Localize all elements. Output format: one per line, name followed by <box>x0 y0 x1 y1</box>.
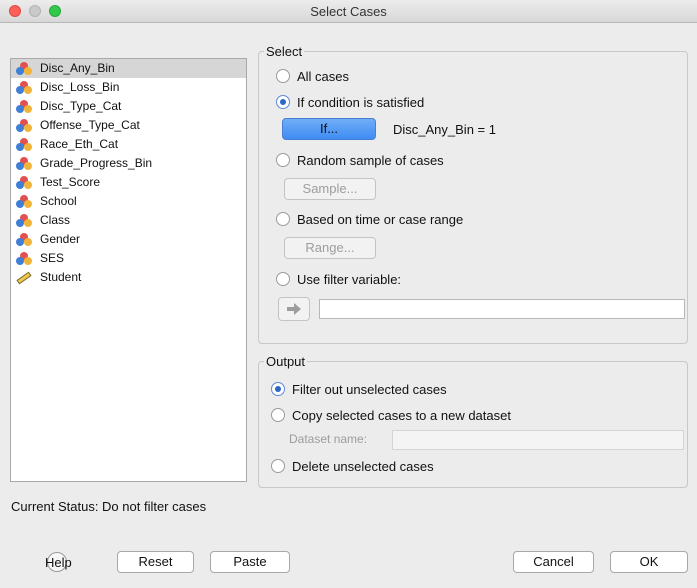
scale-ruler-icon <box>16 271 32 285</box>
variable-item[interactable]: Student <box>11 268 246 287</box>
select-cases-dialog: Select Cases Disc_Any_Bin Disc_Loss_Bin Di… <box>0 0 697 588</box>
cancel-button[interactable]: Cancel <box>513 551 594 573</box>
nominal-variable-icon <box>16 176 32 189</box>
time-range-radio-button[interactable] <box>276 212 290 226</box>
variable-name: School <box>40 194 77 208</box>
time-range-label: Based on time or case range <box>297 212 464 227</box>
sample-button[interactable]: Sample... <box>284 178 376 200</box>
condition-expression: Disc_Any_Bin = 1 <box>393 122 496 137</box>
delete-unselected-radio-button[interactable] <box>271 459 285 473</box>
if-button[interactable]: If... <box>282 118 376 140</box>
filter-out-radio-button[interactable] <box>271 382 285 396</box>
nominal-variable-icon <box>16 119 32 132</box>
variable-name: SES <box>40 251 65 265</box>
nominal-variable-icon <box>16 195 32 208</box>
nominal-variable-icon <box>16 252 32 265</box>
nominal-variable-icon <box>16 138 32 151</box>
random-sample-label: Random sample of cases <box>297 153 444 168</box>
delete-unselected-label: Delete unselected cases <box>292 459 434 474</box>
variable-name: Class <box>40 213 71 227</box>
variable-item[interactable]: Class <box>11 211 246 230</box>
variable-item[interactable]: Disc_Type_Cat <box>11 97 246 116</box>
filter-out-label: Filter out unselected cases <box>292 382 447 397</box>
nominal-variable-icon <box>16 81 32 94</box>
filter-variable-label: Use filter variable: <box>297 272 402 287</box>
variable-name: Disc_Type_Cat <box>40 99 122 113</box>
variable-name: Grade_Progress_Bin <box>40 156 153 170</box>
variable-item[interactable]: Race_Eth_Cat <box>11 135 246 154</box>
variable-name: Offense_Type_Cat <box>40 118 140 132</box>
range-button[interactable]: Range... <box>284 237 376 259</box>
variable-name: Test_Score <box>40 175 101 189</box>
random-sample-radio-button[interactable] <box>276 153 290 167</box>
filter-variable-field[interactable] <box>319 299 685 319</box>
nominal-variable-icon <box>16 100 32 113</box>
variable-item[interactable]: Gender <box>11 230 246 249</box>
window-title: Select Cases <box>310 4 387 19</box>
nominal-variable-icon <box>16 233 32 246</box>
output-group-label: Output <box>264 354 308 369</box>
copy-selected-radio-button[interactable] <box>271 408 285 422</box>
if-condition-radio-button[interactable] <box>276 95 290 109</box>
arrow-right-icon <box>287 303 301 315</box>
variable-list[interactable]: Disc_Any_Bin Disc_Loss_Bin Disc_Type_Cat Of… <box>10 58 247 482</box>
dataset-name-field[interactable] <box>392 430 684 450</box>
variable-item[interactable]: Disc_Loss_Bin <box>11 78 246 97</box>
select-group-label: Select <box>264 44 305 59</box>
copy-selected-label: Copy selected cases to a new dataset <box>292 408 511 423</box>
filter-variable-radio-button[interactable] <box>276 272 290 286</box>
variable-item[interactable]: Disc_Any_Bin <box>11 59 246 78</box>
if-condition-label: If condition is satisfied <box>297 95 425 110</box>
move-variable-button[interactable] <box>278 297 310 321</box>
variable-item[interactable]: School <box>11 192 246 211</box>
title-bar: Select Cases <box>0 0 697 23</box>
variable-item[interactable]: SES <box>11 249 246 268</box>
variable-name: Gender <box>40 232 81 246</box>
variable-name: Disc_Any_Bin <box>40 61 115 75</box>
reset-button[interactable]: Reset <box>117 551 194 573</box>
all-cases-radio-button[interactable] <box>276 69 290 83</box>
variable-item[interactable]: Offense_Type_Cat <box>11 116 246 135</box>
current-status: Current Status: Do not filter cases <box>11 499 207 514</box>
nominal-variable-icon <box>16 62 32 75</box>
dataset-name-label: Dataset name: <box>289 432 368 446</box>
help-button[interactable]: Help <box>45 555 72 570</box>
variable-name: Student <box>40 270 82 284</box>
variable-name: Disc_Loss_Bin <box>40 80 120 94</box>
nominal-variable-icon <box>16 157 32 170</box>
all-cases-label: All cases <box>297 69 350 84</box>
nominal-variable-icon <box>16 214 32 227</box>
variable-name: Race_Eth_Cat <box>40 137 119 151</box>
ok-button[interactable]: OK <box>610 551 688 573</box>
variable-item[interactable]: Test_Score <box>11 173 246 192</box>
paste-button[interactable]: Paste <box>210 551 290 573</box>
variable-item[interactable]: Grade_Progress_Bin <box>11 154 246 173</box>
